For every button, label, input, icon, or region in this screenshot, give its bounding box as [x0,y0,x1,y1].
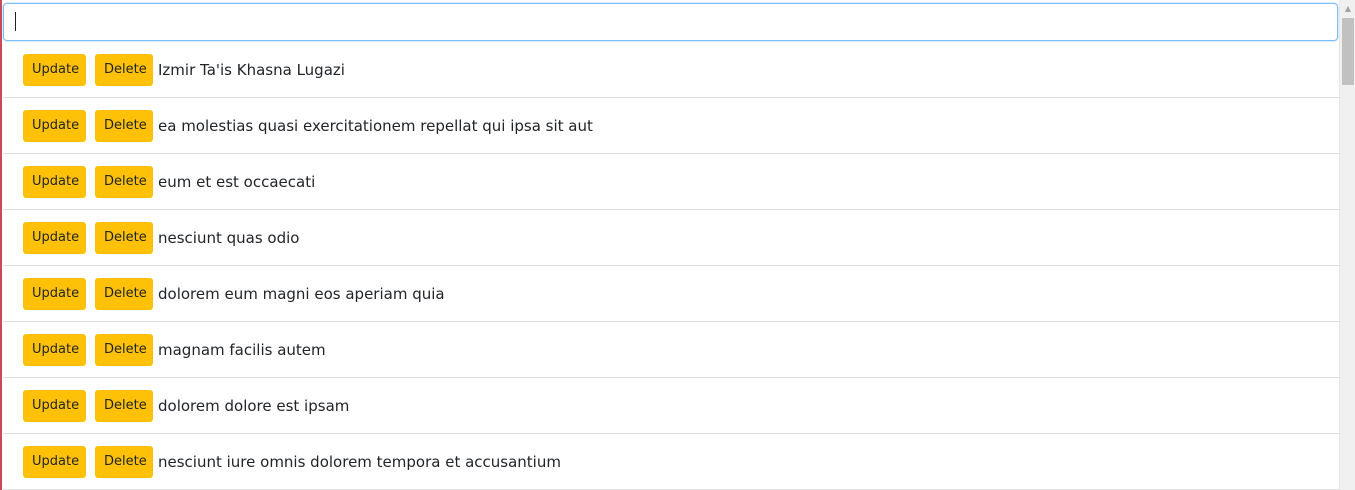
update-button[interactable]: Update [23,277,86,310]
delete-button[interactable]: Delete [95,53,153,86]
update-button[interactable]: Update [23,445,86,478]
item-title: nesciunt quas odio [158,228,300,247]
list-item: Update Delete Izmir Ta'is Khasna Lugazi [3,42,1339,98]
item-title: Izmir Ta'is Khasna Lugazi [158,60,345,79]
list-item: Update Delete nesciunt quas odio [3,210,1339,266]
left-accent-border [0,0,2,490]
item-title: nesciunt iure omnis dolorem tempora et a… [158,452,561,471]
page: Update Delete Izmir Ta'is Khasna Lugazi … [0,0,1355,490]
search-input[interactable] [3,3,1338,41]
list-item: Update Delete nesciunt iure omnis dolore… [3,434,1339,490]
list-item: Update Delete ea molestias quasi exercit… [3,98,1339,154]
text-caret [15,12,16,31]
item-list: Update Delete Izmir Ta'is Khasna Lugazi … [3,42,1339,490]
chevron-up-icon[interactable]: ▲ [1340,0,1355,16]
item-title: eum et est occaecati [158,172,316,191]
delete-button[interactable]: Delete [95,333,153,366]
vertical-scrollbar[interactable]: ▲ [1339,0,1355,490]
update-button[interactable]: Update [23,109,86,142]
list-item: Update Delete dolorem dolore est ipsam [3,378,1339,434]
delete-button[interactable]: Delete [95,165,153,198]
update-button[interactable]: Update [23,165,86,198]
list-item: Update Delete dolorem eum magni eos aper… [3,266,1339,322]
update-button[interactable]: Update [23,53,86,86]
item-title: magnam facilis autem [158,340,326,359]
item-title: ea molestias quasi exercitationem repell… [158,116,593,135]
delete-button[interactable]: Delete [95,221,153,254]
item-title: dolorem dolore est ipsam [158,396,350,415]
item-title: dolorem eum magni eos aperiam quia [158,284,445,303]
scrollbar-thumb[interactable] [1342,18,1354,85]
delete-button[interactable]: Delete [95,109,153,142]
list-item: Update Delete magnam facilis autem [3,322,1339,378]
update-button[interactable]: Update [23,389,86,422]
update-button[interactable]: Update [23,221,86,254]
delete-button[interactable]: Delete [95,389,153,422]
delete-button[interactable]: Delete [95,445,153,478]
list-item: Update Delete eum et est occaecati [3,154,1339,210]
update-button[interactable]: Update [23,333,86,366]
delete-button[interactable]: Delete [95,277,153,310]
